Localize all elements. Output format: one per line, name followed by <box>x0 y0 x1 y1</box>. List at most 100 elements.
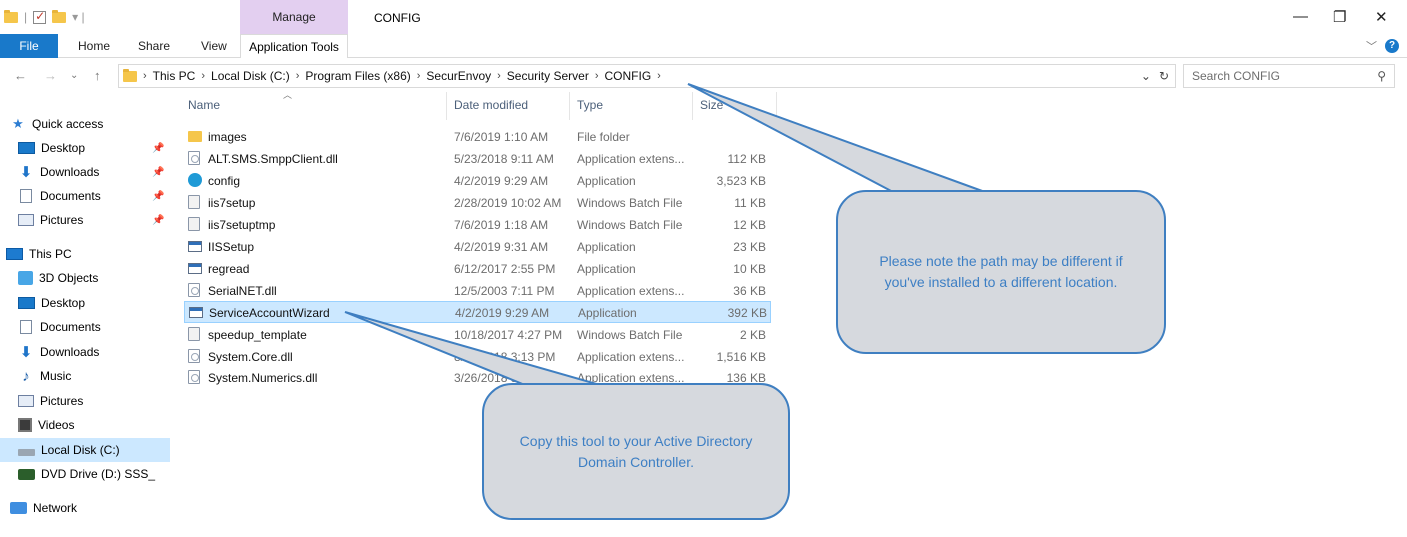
breadcrumb-config[interactable]: CONFIG <box>605 69 652 83</box>
breadcrumb-security-server[interactable]: Security Server <box>507 69 589 83</box>
folder-icon <box>188 131 202 142</box>
file-type: Windows Batch File <box>577 196 683 210</box>
breadcrumb-program-files[interactable]: Program Files (x86) <box>305 69 410 83</box>
nav-label: Downloads <box>40 345 100 359</box>
nav-documents-pinned[interactable]: Documents 📌 <box>0 184 170 208</box>
tab-share[interactable]: Share <box>138 39 170 53</box>
nav-music[interactable]: ♪ Music <box>0 364 170 388</box>
nav-label: Pictures <box>40 213 84 227</box>
nav-this-pc[interactable]: This PC <box>0 242 170 266</box>
manage-contextual-tab[interactable]: Manage <box>240 0 348 34</box>
nav-desktop[interactable]: Desktop <box>0 291 170 315</box>
nav-documents[interactable]: Documents <box>0 315 170 339</box>
refresh-icon[interactable]: ↻ <box>1159 69 1169 83</box>
file-size: 36 KB <box>733 284 766 298</box>
breadcrumb-local-disk[interactable]: Local Disk (C:) <box>211 69 290 83</box>
file-row-system-core[interactable]: System.Core.dll 8/30/2018 3:13 PM Applic… <box>184 346 771 368</box>
file-row-speedup-template[interactable]: speedup_template 10/18/2017 4:27 PM Wind… <box>184 324 771 346</box>
help-icon[interactable]: ? <box>1385 39 1399 53</box>
file-row-serialnet[interactable]: SerialNET.dll 12/5/2003 7:11 PM Applicat… <box>184 280 771 302</box>
column-divider[interactable] <box>569 92 570 120</box>
expand-ribbon-icon[interactable]: ﹀ <box>1366 38 1377 54</box>
file-row-iis7setuptmp[interactable]: iis7setuptmp 7/6/2019 1:18 AM Windows Ba… <box>184 214 771 236</box>
search-icon[interactable]: ⚲ <box>1377 69 1386 83</box>
nav-label: Desktop <box>41 141 86 155</box>
back-arrow-icon[interactable]: ← <box>14 68 27 83</box>
new-folder-icon[interactable] <box>52 9 67 23</box>
nav-desktop-pinned[interactable]: Desktop 📌 <box>0 136 170 160</box>
file-row-images[interactable]: images 7/6/2019 1:10 AM File folder <box>184 126 771 148</box>
file-name: ALT.SMS.SmppClient.dll <box>208 152 338 166</box>
column-header-type[interactable]: Type <box>577 98 603 120</box>
file-type: Application extens... <box>577 284 685 298</box>
file-row-alt-sms[interactable]: ALT.SMS.SmppClient.dll 5/23/2018 9:11 AM… <box>184 148 771 170</box>
file-date: 7/6/2019 1:10 AM <box>454 130 549 144</box>
address-row: ← → ⌄ ↑ › This PC › Local Disk (C:) › Pr… <box>0 62 1407 90</box>
column-divider[interactable] <box>692 92 693 120</box>
nav-3d-objects[interactable]: 3D Objects <box>0 266 170 290</box>
file-row-iis7setup[interactable]: iis7setup 2/28/2019 10:02 AM Windows Bat… <box>184 192 771 214</box>
chevron-right-icon[interactable]: › <box>296 70 300 82</box>
folder-icon <box>123 68 137 82</box>
pin-icon[interactable]: 📌 <box>152 191 164 202</box>
tab-application-tools[interactable]: Application Tools <box>240 34 348 58</box>
pin-icon[interactable]: 📌 <box>152 167 164 178</box>
search-input[interactable]: Search CONFIG ⚲ <box>1183 64 1395 88</box>
chevron-right-icon[interactable]: › <box>201 70 205 82</box>
nav-network[interactable]: Network <box>0 496 170 520</box>
file-row-regread[interactable]: regread 6/12/2017 2:55 PM Application 10… <box>184 258 771 280</box>
computer-icon <box>6 248 23 260</box>
file-name: IISSetup <box>208 240 255 254</box>
recent-locations-icon[interactable]: ⌄ <box>70 70 78 81</box>
column-divider[interactable] <box>446 92 447 120</box>
desktop-icon <box>18 142 35 154</box>
properties-icon[interactable] <box>33 9 47 24</box>
folder-icon[interactable] <box>4 9 18 23</box>
nav-downloads[interactable]: ⬇ Downloads <box>0 340 170 364</box>
nav-label: Quick access <box>32 117 104 131</box>
column-header-date[interactable]: Date modified <box>454 98 528 120</box>
application-icon <box>189 307 203 318</box>
file-type: Application <box>577 262 636 276</box>
minimize-button[interactable]: — <box>1293 8 1308 25</box>
tab-file[interactable]: File <box>0 34 58 58</box>
breadcrumb-this-pc[interactable]: This PC <box>153 69 196 83</box>
nav-downloads-pinned[interactable]: ⬇ Downloads 📌 <box>0 160 170 184</box>
file-date: 5/23/2018 9:11 AM <box>454 152 554 166</box>
file-date: 4/2/2019 9:29 AM <box>455 306 550 320</box>
forward-arrow-icon[interactable]: → <box>44 68 57 83</box>
file-row-serviceaccountwizard[interactable]: ServiceAccountWizard 4/2/2019 9:29 AM Ap… <box>184 301 771 323</box>
address-bar[interactable]: › This PC › Local Disk (C:) › Program Fi… <box>118 64 1176 88</box>
nav-videos[interactable]: Videos <box>0 413 170 437</box>
file-name: regread <box>208 262 250 276</box>
nav-local-disk[interactable]: Local Disk (C:) <box>0 438 170 462</box>
pin-icon[interactable]: 📌 <box>152 215 164 226</box>
column-divider[interactable] <box>776 92 777 120</box>
nav-dvd-drive[interactable]: DVD Drive (D:) SSS_ <box>0 462 170 486</box>
file-row-iissetup[interactable]: IISSetup 4/2/2019 9:31 AM Application 23… <box>184 236 771 258</box>
nav-pictures-pinned[interactable]: Pictures 📌 <box>0 208 170 232</box>
chevron-right-icon[interactable]: › <box>497 70 501 82</box>
chevron-right-icon[interactable]: › <box>143 70 147 82</box>
customize-toolbar-icon[interactable]: ▾ | <box>72 10 84 24</box>
videos-icon <box>18 418 32 432</box>
pin-icon[interactable]: 📌 <box>152 143 164 154</box>
up-arrow-icon[interactable]: ↑ <box>94 68 101 83</box>
restore-button[interactable]: ❐ <box>1333 8 1346 26</box>
file-size: 3,523 KB <box>716 174 766 188</box>
close-button[interactable]: ✕ <box>1375 8 1388 26</box>
chevron-right-icon[interactable]: › <box>657 70 661 82</box>
file-size: 10 KB <box>733 262 766 276</box>
column-header-size[interactable]: Size <box>700 98 723 120</box>
file-size: 112 KB <box>727 152 766 166</box>
chevron-right-icon[interactable]: › <box>417 70 421 82</box>
nav-pictures[interactable]: Pictures <box>0 389 170 413</box>
tab-home[interactable]: Home <box>78 39 110 53</box>
address-dropdown-icon[interactable]: ⌄ <box>1141 69 1151 83</box>
nav-quick-access[interactable]: ★ Quick access <box>0 112 170 136</box>
breadcrumb-securenvoy[interactable]: SecurEnvoy <box>426 69 491 83</box>
column-header-name[interactable]: Name <box>188 98 220 120</box>
tab-view[interactable]: View <box>201 39 227 53</box>
file-row-config[interactable]: config 4/2/2019 9:29 AM Application 3,52… <box>184 170 771 192</box>
chevron-right-icon[interactable]: › <box>595 70 599 82</box>
